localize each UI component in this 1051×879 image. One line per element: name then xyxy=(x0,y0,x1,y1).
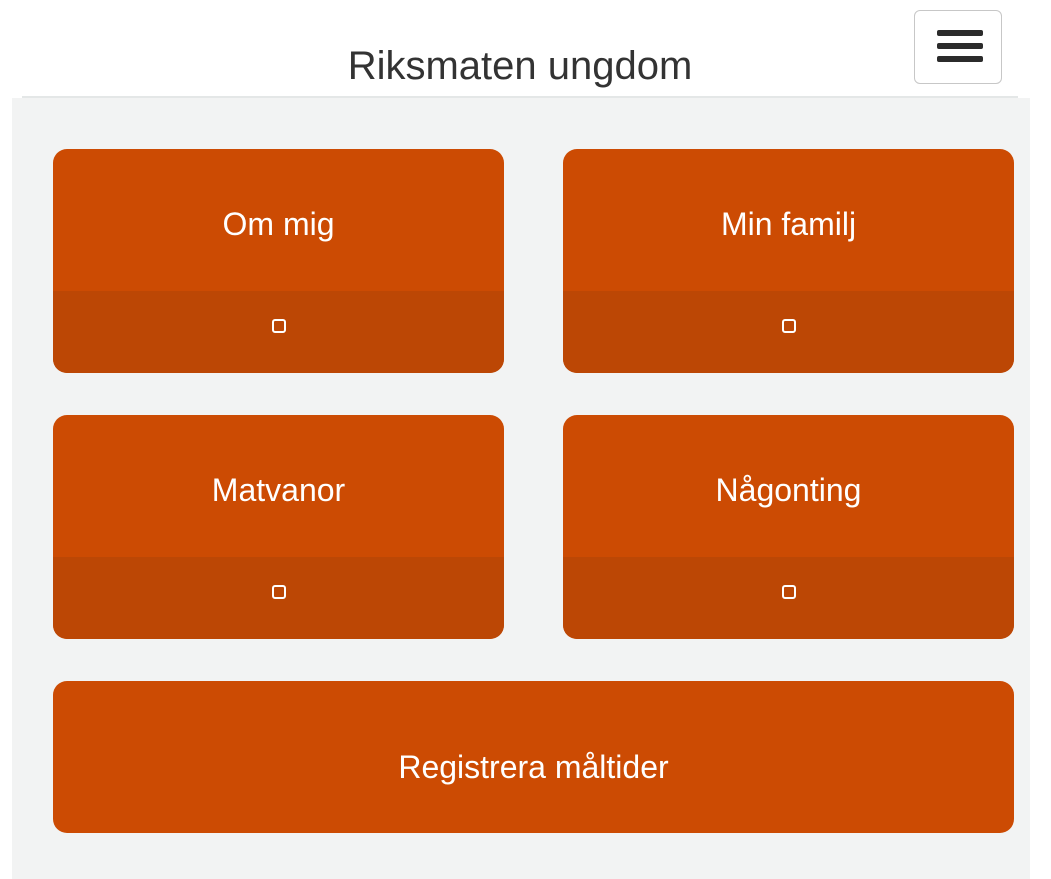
tile-status-bar xyxy=(563,557,1014,639)
menu-button[interactable] xyxy=(914,10,1002,84)
tile-status-bar xyxy=(53,291,504,373)
hamburger-menu-icon xyxy=(937,29,983,65)
tile-om-mig[interactable]: Om mig xyxy=(53,149,504,373)
page-title: Riksmaten ungdom xyxy=(347,44,693,88)
checkbox-icon xyxy=(271,585,286,599)
tile-label: Min familj xyxy=(720,205,857,242)
tile-nagonting[interactable]: Någonting xyxy=(563,415,1014,639)
register-meals-label: Registrera måltider xyxy=(398,748,669,785)
tile-label: Någonting xyxy=(715,471,862,508)
register-meals-button[interactable]: Registrera måltider xyxy=(53,681,1014,833)
tile-matvanor[interactable]: Matvanor xyxy=(53,415,504,639)
tile-status-bar xyxy=(563,291,1014,373)
app-header: Riksmaten ungdom xyxy=(22,0,1018,98)
tile-min-familj[interactable]: Min familj xyxy=(563,149,1014,373)
tile-label: Matvanor xyxy=(211,471,346,508)
tile-label: Om mig xyxy=(222,205,335,242)
checkbox-icon xyxy=(271,319,286,333)
checkbox-icon xyxy=(781,319,796,333)
checkbox-icon xyxy=(781,585,796,599)
main-content: Om mig Min familj Matvanor Någonting Reg… xyxy=(12,98,1030,879)
tile-status-bar xyxy=(53,557,504,639)
